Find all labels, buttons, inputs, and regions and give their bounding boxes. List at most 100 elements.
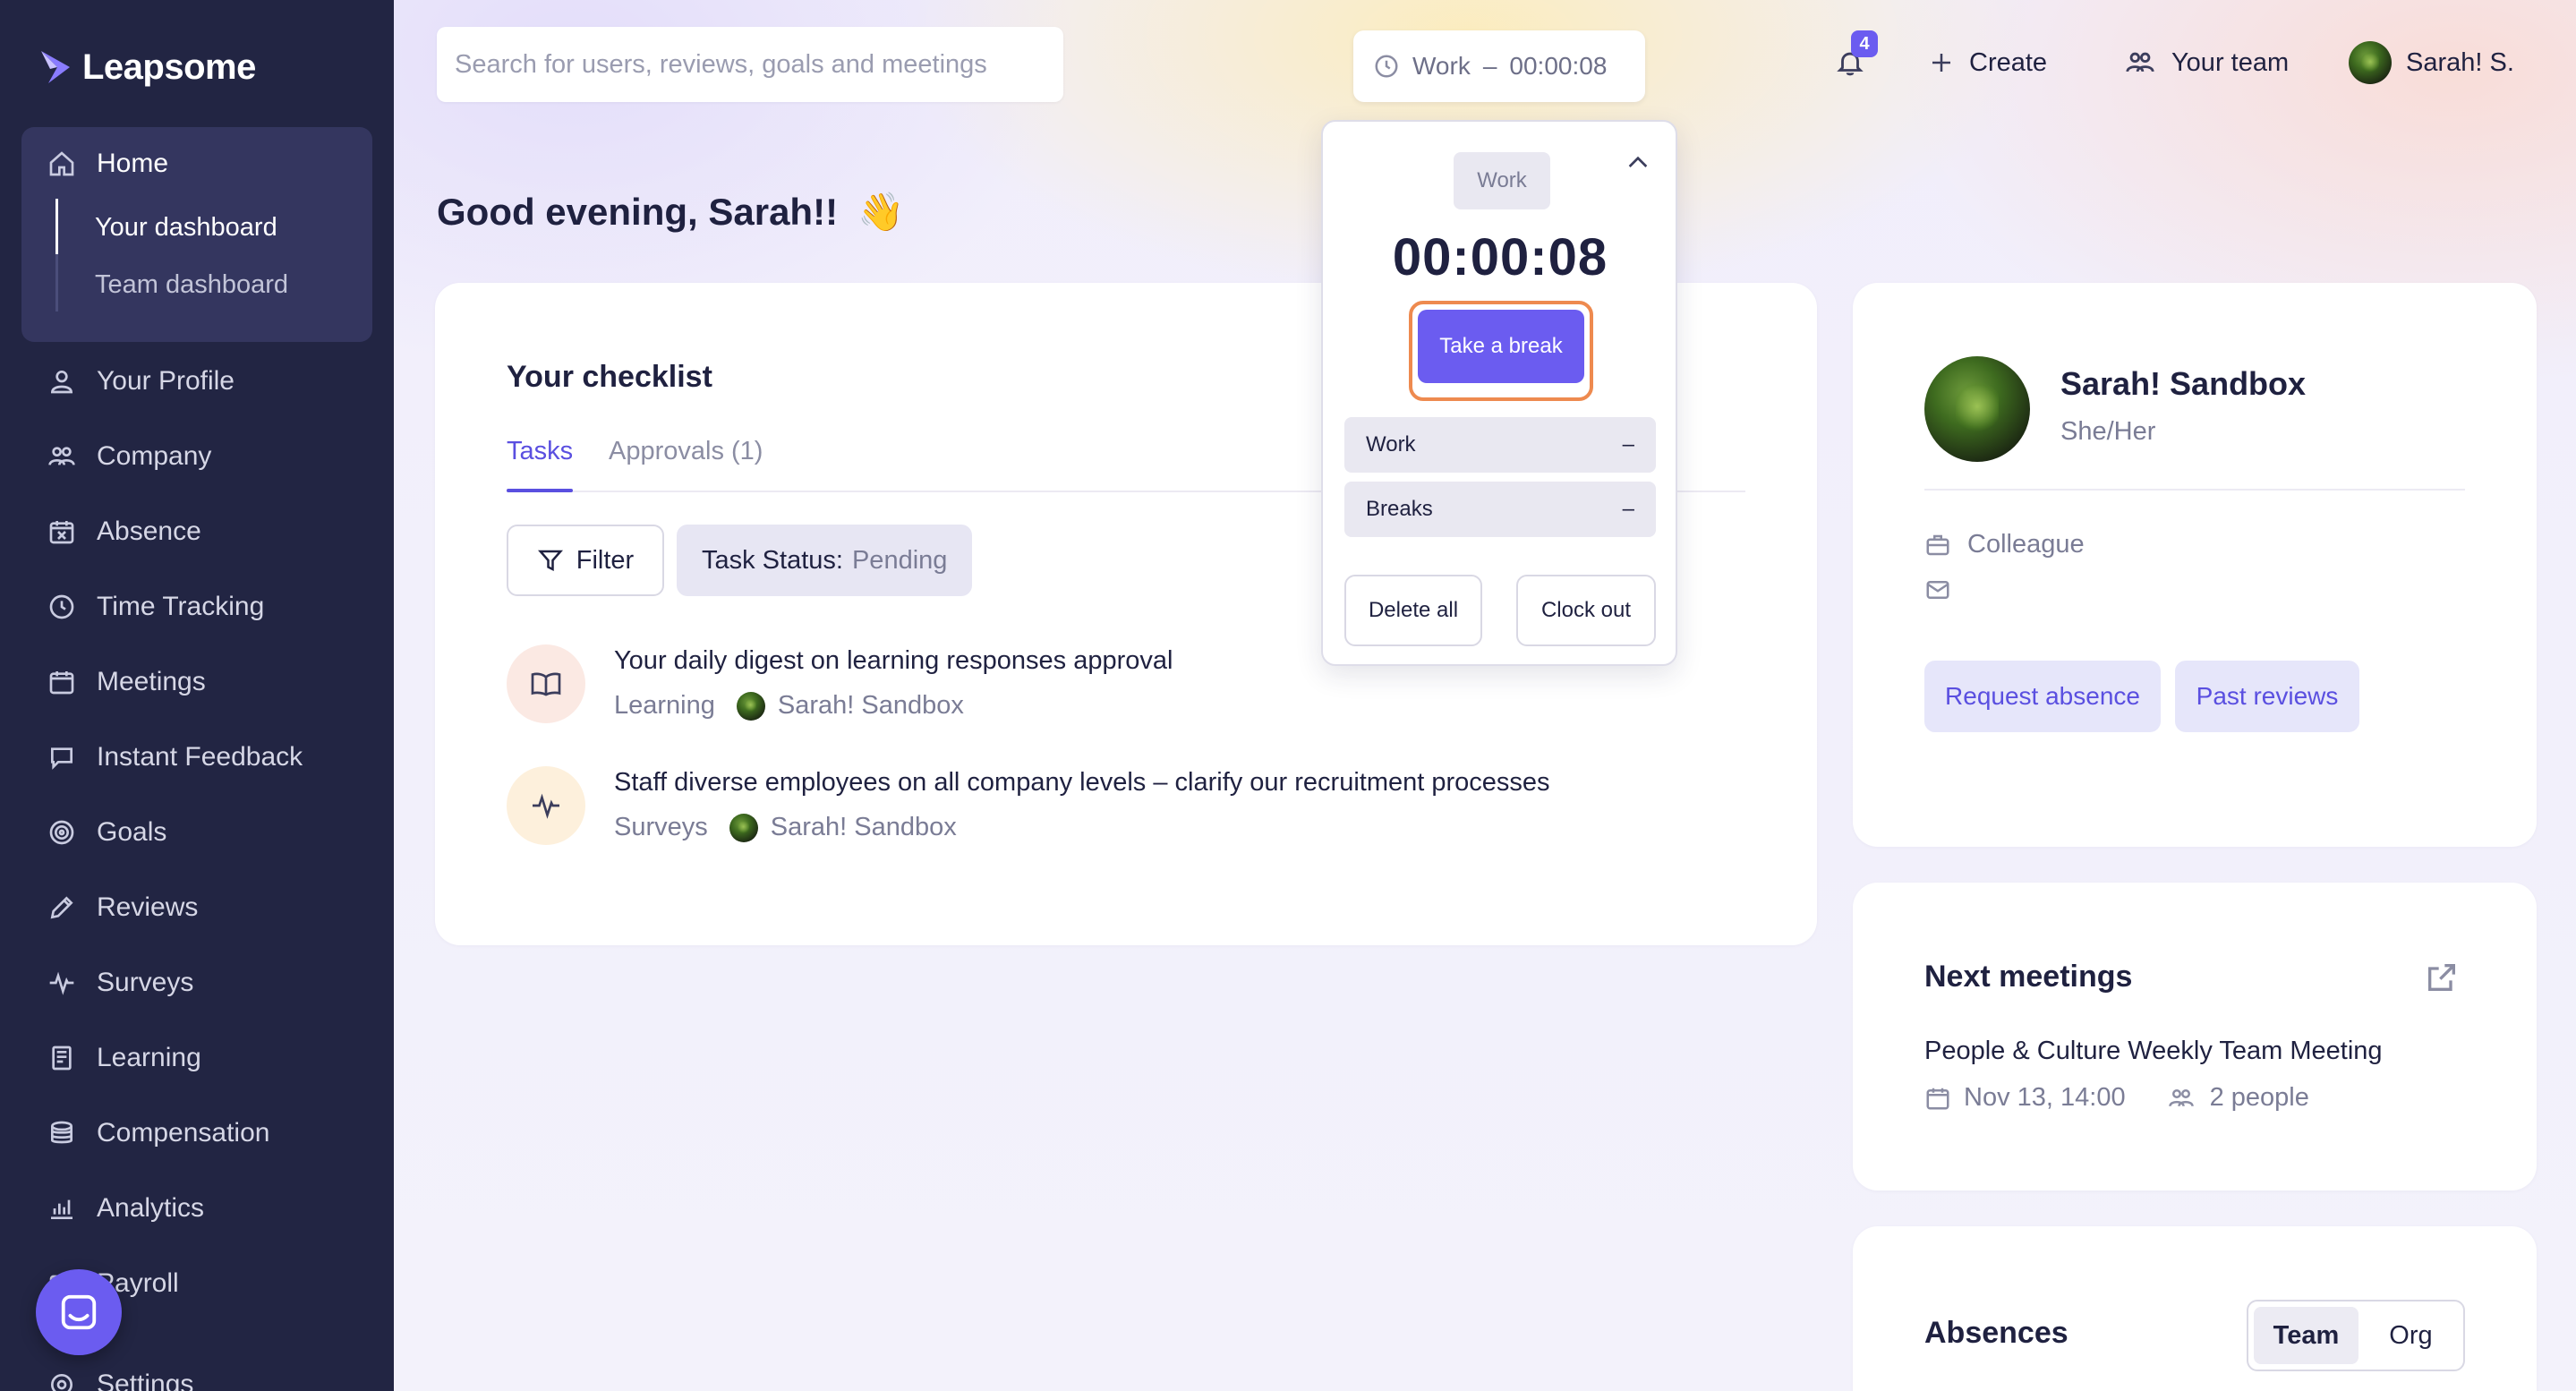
breaks-summary-row: Breaks – — [1344, 482, 1656, 537]
sidebar-item-analytics[interactable]: Analytics — [47, 1186, 204, 1231]
avatar — [736, 691, 765, 721]
filter-icon — [537, 550, 563, 572]
avatar[interactable] — [1924, 356, 2030, 462]
pulse-icon — [47, 968, 77, 998]
create-button[interactable]: Create — [1928, 41, 2047, 84]
row-label: Work — [1366, 432, 1416, 457]
clock-icon — [1375, 55, 1398, 78]
sidebar-item-compensation[interactable]: Compensation — [47, 1111, 269, 1156]
filter-button[interactable]: Filter — [507, 525, 664, 596]
sidebar-item-surveys[interactable]: Surveys — [47, 960, 193, 1005]
profile-email[interactable] — [1924, 576, 1951, 603]
absences-scope-toggle: Team Org — [2247, 1300, 2465, 1371]
divider — [1924, 489, 2465, 491]
sidebar: Leapsome Home Your dashboard Team dashbo… — [0, 0, 394, 1391]
row-label: Breaks — [1366, 497, 1433, 521]
wave-emoji-icon: 👋 — [857, 190, 905, 234]
delete-all-button[interactable]: Delete all — [1344, 575, 1482, 646]
logo[interactable]: Leapsome — [38, 45, 256, 90]
tab-team[interactable]: Team — [2254, 1307, 2358, 1364]
clock-out-button[interactable]: Clock out — [1516, 575, 1656, 646]
task-status-filter[interactable]: Task Status: Pending — [677, 525, 973, 596]
sidebar-item-goals[interactable]: Goals — [47, 810, 166, 855]
sidebar-item-reviews[interactable]: Reviews — [47, 885, 198, 930]
sidebar-item-label: Meetings — [97, 667, 206, 696]
user-menu[interactable]: Sarah! S. — [2349, 41, 2514, 84]
task-category: Learning — [614, 691, 715, 720]
calendar-icon — [47, 667, 77, 697]
sidebar-item-absence[interactable]: Absence — [47, 509, 201, 554]
team-icon — [2126, 52, 2154, 73]
tab-tasks[interactable]: Tasks — [507, 437, 574, 492]
task-assignee: Sarah! Sandbox — [729, 813, 957, 842]
time-tracker-popover: Work 00:00:08 Take a break Work – Breaks… — [1321, 120, 1677, 666]
sidebar-item-label: Your Profile — [97, 366, 235, 396]
task-meta: Learning Sarah! Sandbox — [614, 691, 964, 721]
greeting-text: Good evening, Sarah!! — [437, 191, 839, 233]
briefcase-icon — [1926, 534, 1949, 555]
task-category: Surveys — [614, 813, 708, 841]
sidebar-item-instant-feedback[interactable]: Instant Feedback — [47, 735, 303, 780]
profile-name[interactable]: Sarah! Sandbox — [2060, 365, 2306, 403]
calendar-x-icon — [47, 516, 77, 547]
pencil-icon — [47, 892, 77, 923]
task-assignee: Sarah! Sandbox — [736, 691, 964, 721]
support-chat-button[interactable] — [36, 1269, 122, 1355]
sidebar-item-label: Time Tracking — [97, 592, 265, 621]
chevron-up-icon[interactable] — [1624, 149, 1652, 177]
sidebar-item-label: Analytics — [97, 1193, 205, 1223]
logo-text: Leapsome — [82, 47, 256, 87]
avatar — [2349, 41, 2392, 84]
row-value: – — [1622, 497, 1634, 521]
request-absence-button[interactable]: Request absence — [1924, 661, 2161, 732]
timer-value: 00:00:08 — [1509, 52, 1608, 80]
status-key: Task Status: — [702, 545, 843, 575]
clock-icon — [47, 592, 77, 622]
your-team-button[interactable]: Your team — [2123, 41, 2289, 84]
checklist-title: Your checklist — [507, 360, 712, 394]
external-link-icon[interactable] — [2424, 960, 2460, 995]
mail-icon — [1926, 581, 1949, 599]
sidebar-item-label: Company — [97, 441, 212, 471]
sidebar-subitem-team-dashboard[interactable]: Team dashboard — [95, 265, 288, 304]
sidebar-item-learning[interactable]: Learning — [47, 1036, 201, 1080]
book-icon — [507, 644, 585, 723]
timer-mode-chip: Work — [1454, 152, 1550, 209]
user-icon — [47, 366, 77, 397]
tab-approvals[interactable]: Approvals (1) — [609, 437, 763, 491]
absences-card: Absences Team Org — [1853, 1226, 2537, 1391]
leapsome-logo-icon — [41, 51, 70, 83]
sidebar-item-meetings[interactable]: Meetings — [47, 660, 206, 704]
past-reviews-button[interactable]: Past reviews — [2175, 661, 2359, 732]
sidebar-item-company[interactable]: Company — [47, 434, 211, 479]
task-title: Your daily digest on learning responses … — [614, 646, 1173, 675]
row-value: – — [1622, 432, 1634, 457]
search-bar[interactable] — [437, 27, 1063, 102]
status-value: Pending — [851, 545, 948, 575]
meeting-date: Nov 13, 14:00 — [1964, 1083, 2126, 1112]
tab-org[interactable]: Org — [2364, 1307, 2458, 1364]
list-item[interactable]: Staff diverse employees on all company l… — [507, 766, 1760, 856]
sidebar-subitem-your-dashboard[interactable]: Your dashboard — [95, 208, 277, 247]
chat-icon — [47, 742, 77, 772]
timer-mode: Work — [1412, 52, 1471, 80]
role-label: Colleague — [1967, 530, 2085, 559]
meeting-title[interactable]: People & Culture Weekly Team Meeting — [1924, 1037, 2383, 1066]
sidebar-item-time-tracking[interactable]: Time Tracking — [47, 585, 264, 629]
search-input[interactable] — [455, 49, 1045, 80]
meeting-meta: Nov 13, 14:00 2 people — [1924, 1083, 2309, 1113]
sidebar-item-settings[interactable]: Settings — [47, 1362, 193, 1391]
people-icon — [2168, 1088, 2194, 1106]
users-icon — [47, 441, 77, 472]
time-tracker-pill[interactable]: Work – 00:00:08 — [1353, 30, 1645, 102]
sidebar-item-your-profile[interactable]: Your Profile — [47, 359, 235, 404]
take-a-break-button[interactable]: Take a break — [1418, 310, 1584, 383]
calendar-icon — [1926, 1088, 1949, 1109]
chat-widget-icon — [61, 1294, 97, 1330]
sidebar-item-home[interactable]: Home — [47, 141, 168, 186]
meetings-title: Next meetings — [1924, 960, 2133, 994]
subnav-active-indicator — [55, 199, 58, 254]
meeting-people: 2 people — [2209, 1083, 2309, 1112]
timer-separator: – — [1482, 52, 1497, 80]
avatar — [729, 813, 758, 842]
